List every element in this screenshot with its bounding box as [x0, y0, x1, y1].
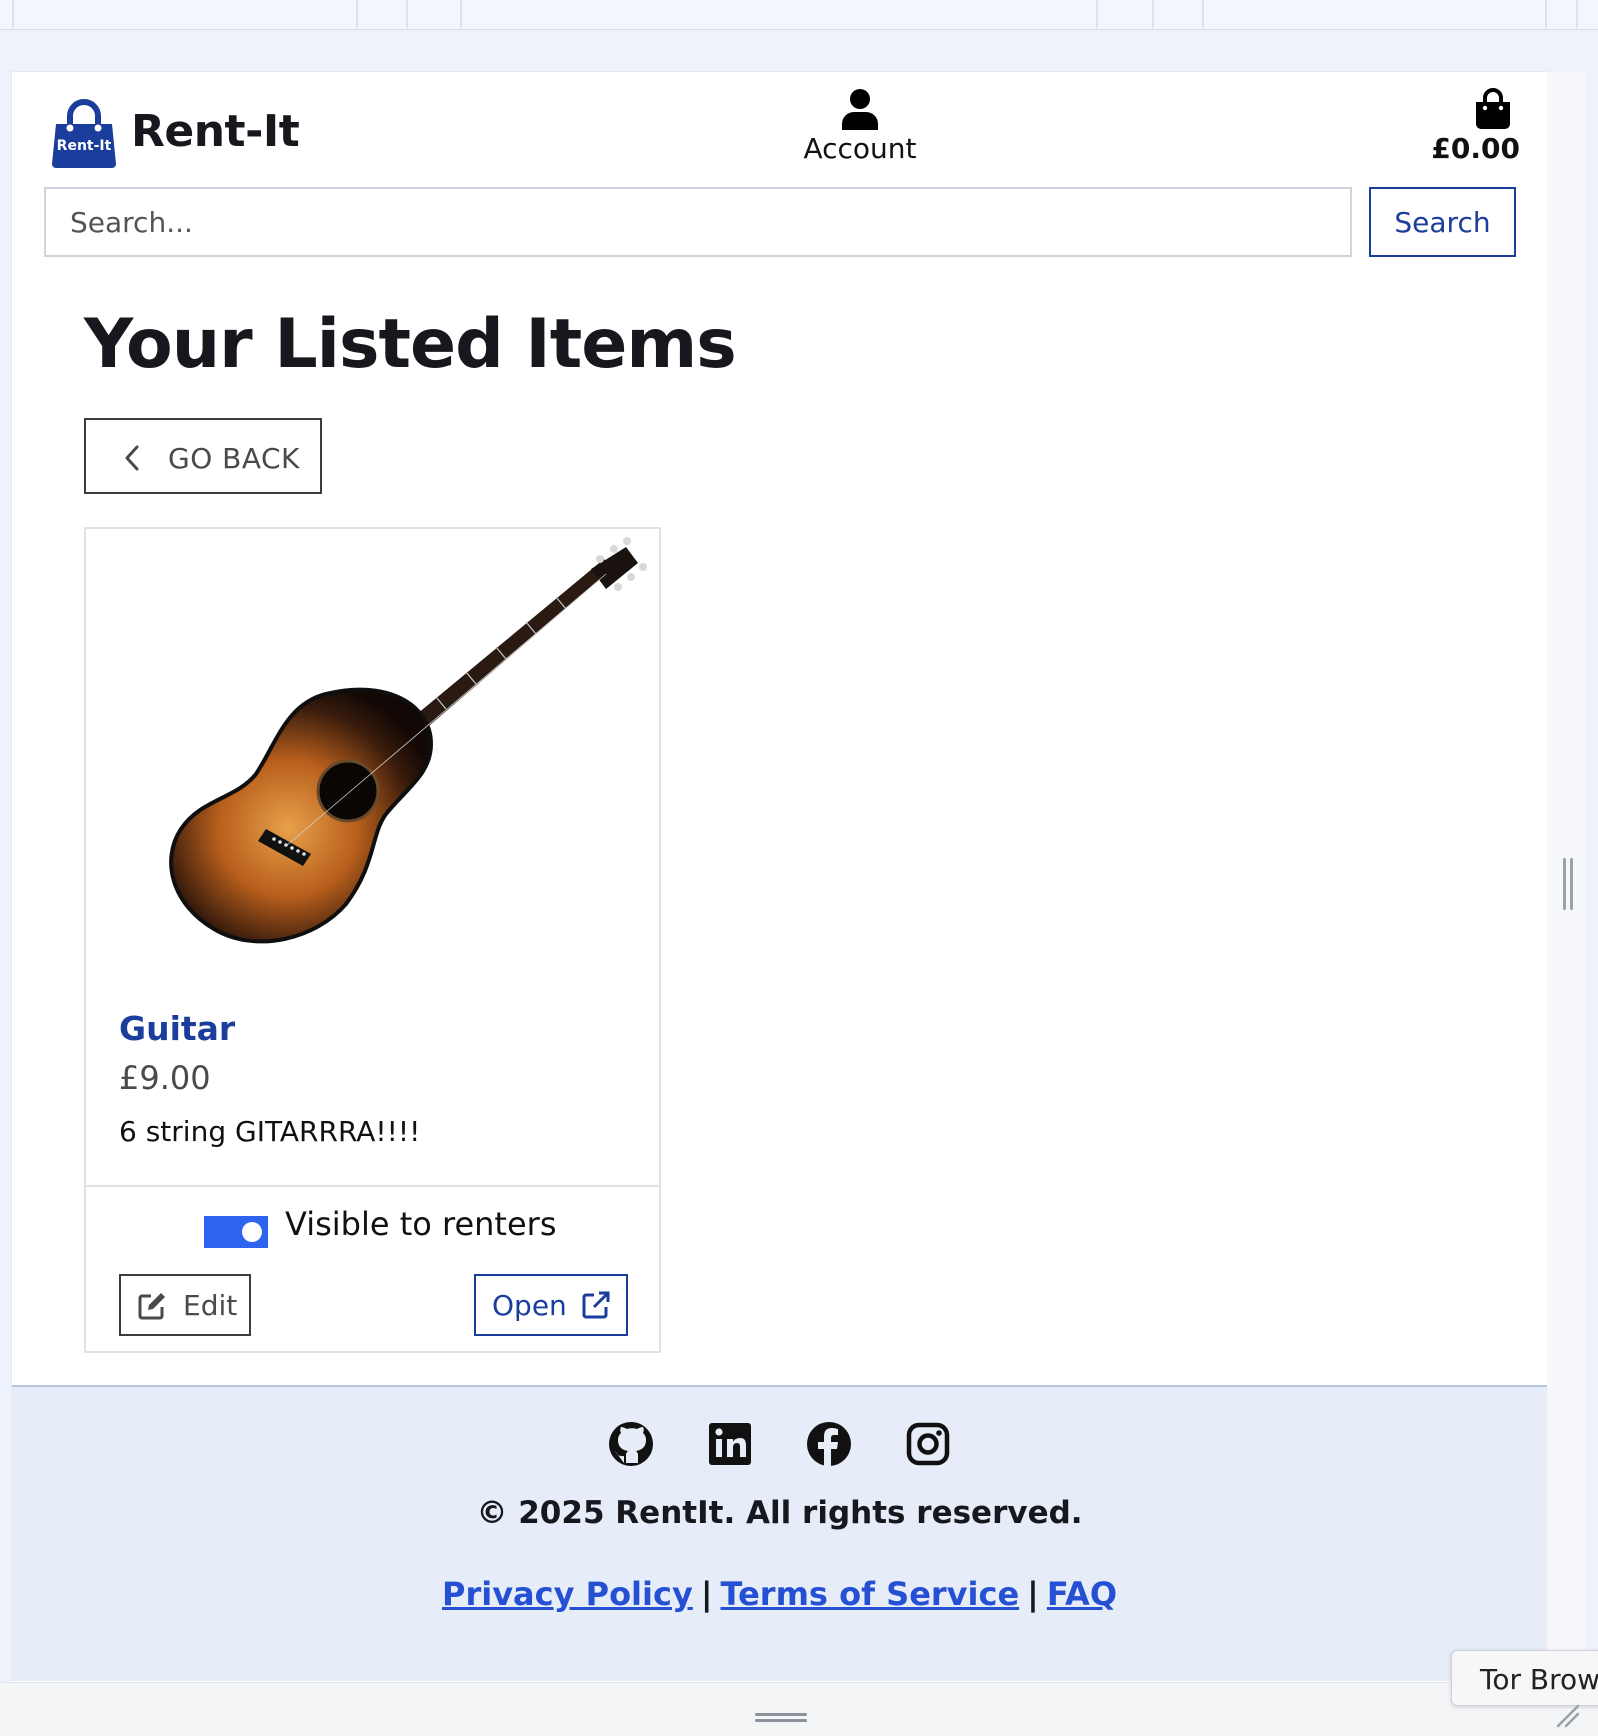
copyright-text: © 2025 RentIt. All rights reserved.	[476, 1495, 1083, 1531]
strip-separator	[1096, 0, 1098, 28]
visibility-label: Visible to renters	[285, 1205, 557, 1243]
logo-text: Rent-It	[57, 138, 112, 154]
user-icon	[842, 89, 878, 130]
strip-separator	[356, 0, 358, 28]
account-label: Account	[803, 132, 917, 165]
account-link[interactable]: Account	[795, 88, 925, 176]
acoustic-guitar-image[interactable]	[86, 529, 659, 979]
open-label: Open	[492, 1289, 567, 1322]
toggle-knob	[242, 1222, 262, 1242]
privacy-policy-link[interactable]: Privacy Policy	[442, 1575, 693, 1613]
cart-total: £0.00	[1431, 132, 1520, 165]
strip-separator	[406, 0, 408, 28]
cart-link[interactable]: £0.00	[1420, 88, 1520, 176]
instagram-icon[interactable]	[903, 1419, 953, 1469]
card-divider	[86, 1185, 659, 1187]
faq-link[interactable]: FAQ	[1047, 1575, 1117, 1613]
browser-bottom-bar	[0, 1682, 1598, 1736]
strip-separator	[1202, 0, 1204, 28]
item-name-link[interactable]: Guitar	[119, 1009, 235, 1048]
drag-grip[interactable]	[755, 1713, 807, 1722]
page-title: Your Listed Items	[84, 305, 737, 384]
linkedin-icon[interactable]	[705, 1419, 755, 1469]
search-input[interactable]	[44, 187, 1352, 257]
browser-top-strip	[0, 0, 1598, 30]
tooltip: Tor Browser	[1451, 1650, 1598, 1706]
link-separator: |	[700, 1575, 713, 1613]
strip-separator	[460, 0, 462, 28]
social-links	[12, 1419, 1547, 1475]
item-card: Guitar £9.00 6 string GITARRRA!!!! Visib…	[84, 527, 661, 1353]
go-back-label: GO BACK	[168, 442, 300, 475]
shopping-bag-icon	[1476, 88, 1510, 129]
item-price: £9.00	[119, 1059, 211, 1097]
visibility-toggle[interactable]	[204, 1216, 268, 1248]
strip-separator	[1152, 0, 1154, 28]
edit-icon	[138, 1293, 165, 1320]
terms-of-service-link[interactable]: Terms of Service	[721, 1575, 1020, 1613]
open-button[interactable]: Open	[474, 1274, 628, 1336]
sidebar-resize-handle[interactable]	[1563, 858, 1573, 910]
strip-separator	[12, 0, 14, 28]
footer: © 2025 RentIt. All rights reserved. Priv…	[12, 1385, 1547, 1681]
go-back-button[interactable]: GO BACK	[84, 418, 322, 494]
item-description: 6 string GITARRRA!!!!	[119, 1115, 421, 1148]
resize-corner-icon[interactable]	[1552, 1700, 1580, 1728]
external-link-icon	[582, 1291, 610, 1319]
chevron-left-icon	[125, 445, 139, 471]
link-separator: |	[1027, 1575, 1039, 1613]
facebook-icon[interactable]	[804, 1419, 854, 1469]
rent-it-logo[interactable]: Rent-It	[48, 98, 120, 170]
brand-name[interactable]: Rent-It	[131, 106, 300, 157]
search-button[interactable]: Search	[1369, 187, 1516, 257]
strip-separator	[1576, 0, 1578, 28]
edit-label: Edit	[183, 1289, 238, 1322]
github-icon[interactable]	[606, 1419, 656, 1469]
footer-links: Privacy Policy | Terms of Service | FAQ	[12, 1575, 1547, 1613]
edit-button[interactable]: Edit	[119, 1274, 251, 1336]
strip-separator	[1545, 0, 1547, 28]
